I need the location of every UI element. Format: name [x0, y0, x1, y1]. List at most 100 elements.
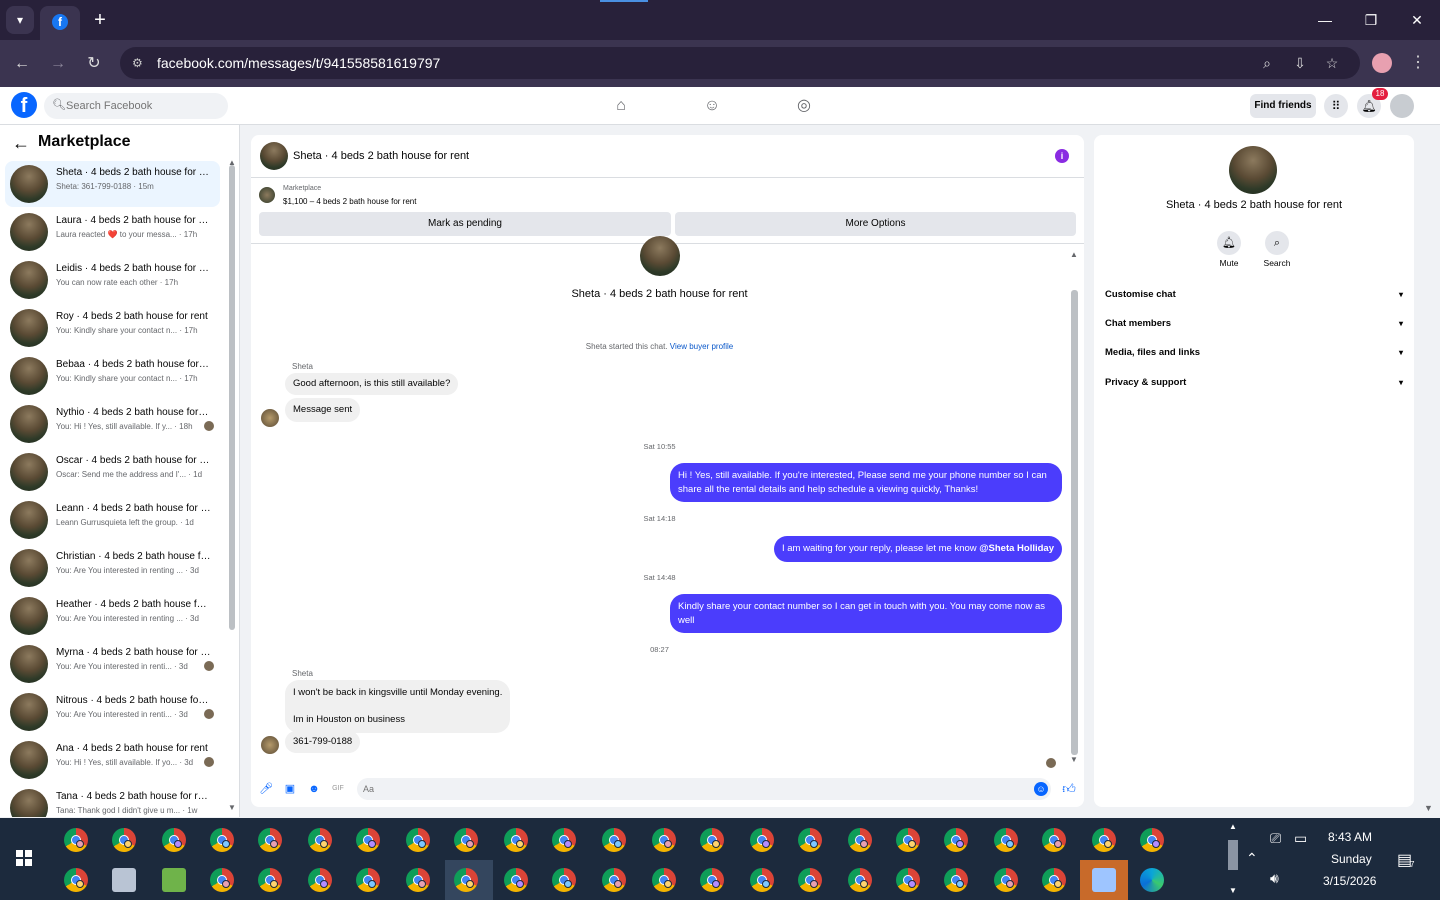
- chrome-icon[interactable]: [406, 828, 430, 852]
- listing-title[interactable]: $1,100 – 4 beds 2 bath house for rent: [283, 197, 416, 206]
- new-tab-plus-icon[interactable]: +: [88, 8, 112, 32]
- clock-day[interactable]: Sunday: [1331, 852, 1372, 866]
- search-label[interactable]: Search: [1252, 258, 1302, 268]
- incoming-message[interactable]: 361-799-0188: [285, 731, 361, 753]
- profile-avatar[interactable]: [1229, 146, 1277, 194]
- chrome-icon[interactable]: [406, 868, 430, 892]
- account-icon[interactable]: [1390, 94, 1414, 118]
- chrome-icon[interactable]: [258, 868, 282, 892]
- sender-avatar[interactable]: [261, 409, 279, 427]
- mute-label[interactable]: Mute: [1204, 258, 1254, 268]
- profile-icon[interactable]: [1372, 53, 1392, 73]
- chrome-icon[interactable]: [552, 828, 576, 852]
- clock-time[interactable]: 8:43 AM: [1328, 830, 1372, 844]
- listing-thumbnail[interactable]: [259, 187, 275, 203]
- minimize-icon[interactable]: —: [1313, 10, 1337, 30]
- mark-as-pending-button[interactable]: Mark as pending: [259, 212, 671, 236]
- outgoing-message[interactable]: I am waiting for your reply, please let …: [773, 536, 1062, 562]
- chrome-icon[interactable]: [308, 828, 332, 852]
- keyboard-icon[interactable]: [1092, 868, 1116, 892]
- chat-title[interactable]: Sheta · 4 beds 2 bath house for rent: [293, 150, 469, 162]
- chrome-icon[interactable]: [944, 868, 968, 892]
- chrome-icon[interactable]: [552, 868, 576, 892]
- info-icon[interactable]: i: [1055, 149, 1069, 163]
- scroll-up-icon[interactable]: ▲: [1070, 250, 1078, 259]
- gif-icon[interactable]: GIF: [331, 782, 345, 796]
- chrome-icon[interactable]: [896, 868, 920, 892]
- friends-icon[interactable]: ☺: [701, 95, 723, 117]
- conversation-item[interactable]: Roy · 4 beds 2 bath house for rent You: K…: [5, 305, 220, 351]
- chrome-icon[interactable]: [258, 828, 282, 852]
- bell-icon[interactable]: 🔔︎: [1217, 231, 1241, 255]
- emoji-icon[interactable]: ☺: [1034, 782, 1048, 796]
- customise-chat-section[interactable]: Customise chat ▾: [1105, 284, 1403, 306]
- scroll-down-icon[interactable]: ▼: [1070, 755, 1078, 764]
- search-input[interactable]: [66, 96, 216, 116]
- message-input-field[interactable]: [357, 778, 1051, 800]
- conversation-item[interactable]: Christian · 4 beds 2 bath house for rent…: [5, 545, 220, 591]
- chrome-icon[interactable]: [64, 868, 88, 892]
- chrome-icon[interactable]: [112, 828, 136, 852]
- notepad-icon[interactable]: [162, 868, 186, 892]
- incoming-message[interactable]: I won't be back in kingsville until Mond…: [285, 680, 511, 733]
- chrome-icon[interactable]: [210, 868, 234, 892]
- chrome-icon[interactable]: [750, 868, 774, 892]
- incoming-message[interactable]: Message sent: [285, 398, 361, 422]
- chrome-icon[interactable]: [356, 868, 380, 892]
- windows-start-icon[interactable]: [16, 850, 32, 866]
- gaming-icon[interactable]: ◎: [793, 95, 815, 117]
- sticker-icon[interactable]: ☻: [307, 782, 321, 796]
- zoom-icon[interactable]: ⌕: [1257, 53, 1277, 73]
- chrome-icon[interactable]: [454, 868, 478, 892]
- chrome-icon[interactable]: [896, 828, 920, 852]
- chrome-icon[interactable]: [1042, 828, 1066, 852]
- conversation-item[interactable]: Sheta · 4 beds 2 bath house for rent Shet…: [5, 161, 220, 207]
- scroll-down-icon[interactable]: ▼: [228, 803, 236, 812]
- conversation-item[interactable]: Nythio · 4 beds 2 bath house for rent You…: [5, 401, 220, 447]
- meet-now-icon[interactable]: ⎚: [1270, 830, 1281, 847]
- chrome-icon[interactable]: [454, 828, 478, 852]
- incoming-message[interactable]: Good afternoon, is this still available?: [285, 373, 459, 395]
- conversation-item[interactable]: Tana · 4 beds 2 bath house for rent Tana:…: [5, 785, 220, 817]
- home-icon[interactable]: ⌂: [610, 95, 632, 117]
- volume-icon[interactable]: 🔊︎: [1270, 870, 1279, 887]
- chrome-icon[interactable]: [994, 828, 1018, 852]
- site-settings-icon[interactable]: ⚙: [132, 55, 148, 71]
- browser-tab-facebook[interactable]: f: [40, 6, 80, 40]
- chat-members-section[interactable]: Chat members ▾: [1105, 313, 1403, 335]
- find-friends-button[interactable]: Find friends: [1250, 94, 1316, 118]
- address-bar[interactable]: ⚙ facebook.com/messages/t/94155858161979…: [120, 47, 1360, 79]
- chat-avatar[interactable]: [260, 142, 288, 170]
- chrome-icon[interactable]: [848, 828, 872, 852]
- sender-avatar[interactable]: [261, 736, 279, 754]
- chrome-icon[interactable]: [504, 868, 528, 892]
- facebook-logo-icon[interactable]: f: [11, 92, 37, 118]
- privacy-support-section[interactable]: Privacy & support ▾: [1105, 372, 1403, 394]
- conversation-item[interactable]: Oscar · 4 beds 2 bath house for rent Osca…: [5, 449, 220, 495]
- chrome-icon[interactable]: [504, 828, 528, 852]
- network-icon[interactable]: ▭: [1294, 830, 1307, 847]
- app-icon[interactable]: [112, 868, 136, 892]
- chrome-icon[interactable]: [64, 828, 88, 852]
- chrome-icon[interactable]: [848, 868, 872, 892]
- chrome-icon[interactable]: [356, 828, 380, 852]
- chevron-down-icon[interactable]: ▼: [1227, 886, 1239, 895]
- conversation-item[interactable]: Heather · 4 beds 2 bath house for rent Yo…: [5, 593, 220, 639]
- conversation-item[interactable]: Leann · 4 beds 2 bath house for rent Lean…: [5, 497, 220, 543]
- chrome-icon[interactable]: [162, 828, 186, 852]
- chrome-icon[interactable]: [1092, 828, 1116, 852]
- back-icon[interactable]: ←: [10, 52, 34, 76]
- url-text[interactable]: facebook.com/messages/t/941558581619797: [157, 55, 440, 71]
- conversation-item[interactable]: Leidis · 4 beds 2 bath house for rent You…: [5, 257, 220, 303]
- outgoing-message[interactable]: Hi ! Yes, still available. If you're int…: [670, 463, 1062, 502]
- more-options-button[interactable]: More Options: [675, 212, 1076, 236]
- chrome-icon[interactable]: [994, 868, 1018, 892]
- forward-icon[interactable]: →: [46, 52, 70, 76]
- back-arrow-icon[interactable]: ←: [12, 133, 30, 153]
- photo-icon[interactable]: ▣: [283, 782, 297, 796]
- view-buyer-profile-link[interactable]: View buyer profile: [670, 342, 733, 351]
- taskbar-scrollbar[interactable]: ▲ ▼: [1227, 822, 1239, 896]
- install-app-icon[interactable]: ⇩: [1290, 53, 1310, 73]
- star-icon[interactable]: ☆: [1322, 53, 1342, 73]
- conversation-item[interactable]: Laura · 4 beds 2 bath house for rent Laur…: [5, 209, 220, 255]
